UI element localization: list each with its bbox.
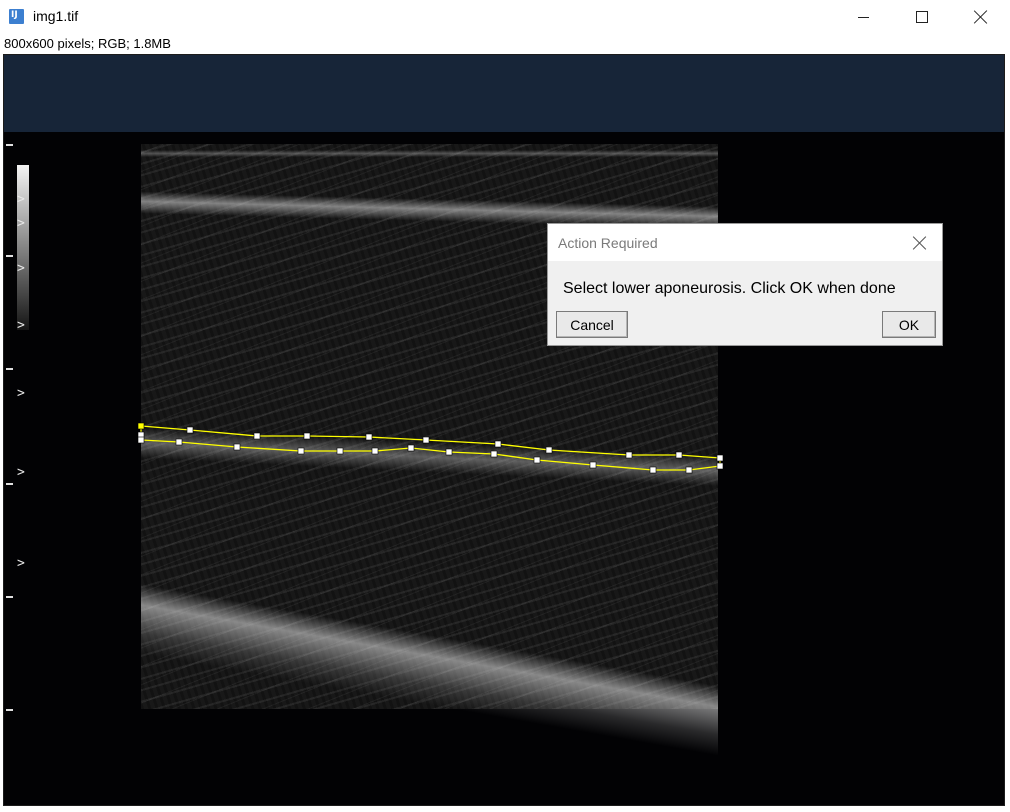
roi-handle[interactable] xyxy=(186,426,194,434)
dialog-close-icon[interactable] xyxy=(911,234,929,252)
cancel-button[interactable]: Cancel xyxy=(556,311,628,338)
dialog-title: Action Required xyxy=(558,235,658,251)
minimize-icon xyxy=(857,16,869,18)
roi-upper-edge xyxy=(140,425,721,459)
roi-handle[interactable] xyxy=(533,456,541,464)
dialog-message: Select lower aponeurosis. Click OK when … xyxy=(563,280,896,297)
action-required-dialog: Action Required Select lower aponeurosis… xyxy=(547,223,943,346)
image-canvas[interactable]: > > > > > > > xyxy=(3,54,1005,806)
roi-handle[interactable] xyxy=(175,438,183,446)
roi-handle[interactable] xyxy=(137,436,145,444)
roi-handle[interactable] xyxy=(253,432,261,440)
roi-handle[interactable] xyxy=(445,448,453,456)
roi-handle[interactable] xyxy=(365,433,373,441)
roi-handle[interactable] xyxy=(233,443,241,451)
roi-handle[interactable] xyxy=(716,454,724,462)
maximize-button[interactable] xyxy=(893,0,951,34)
image-info: 800x600 pixels; RGB; 1.8MB xyxy=(4,36,171,51)
title-bar: IJ img1.tif xyxy=(0,0,1010,34)
ok-button[interactable]: OK xyxy=(882,311,936,338)
roi-handle[interactable] xyxy=(675,451,683,459)
roi-handle[interactable] xyxy=(407,444,415,452)
roi-handle[interactable] xyxy=(545,446,553,454)
roi-handle[interactable] xyxy=(685,466,693,474)
roi-handle[interactable] xyxy=(137,422,145,430)
roi-handle[interactable] xyxy=(494,440,502,448)
roi-handle[interactable] xyxy=(336,447,344,455)
roi-handle[interactable] xyxy=(490,450,498,458)
roi-handle[interactable] xyxy=(303,432,311,440)
window-title: img1.tif xyxy=(33,8,79,24)
roi-handle[interactable] xyxy=(716,462,724,470)
roi-handle[interactable] xyxy=(589,461,597,469)
maximize-icon xyxy=(916,11,928,23)
roi-handle[interactable] xyxy=(422,436,430,444)
close-icon xyxy=(974,10,988,24)
roi-handle[interactable] xyxy=(297,447,305,455)
close-button[interactable] xyxy=(952,0,1010,34)
imagej-icon: IJ xyxy=(9,9,24,24)
dialog-title-bar[interactable]: Action Required xyxy=(548,224,942,261)
roi-handle[interactable] xyxy=(371,447,379,455)
roi-handle[interactable] xyxy=(625,451,633,459)
polygon-roi[interactable] xyxy=(4,55,1005,806)
minimize-button[interactable] xyxy=(834,0,892,34)
roi-handle[interactable] xyxy=(649,466,657,474)
